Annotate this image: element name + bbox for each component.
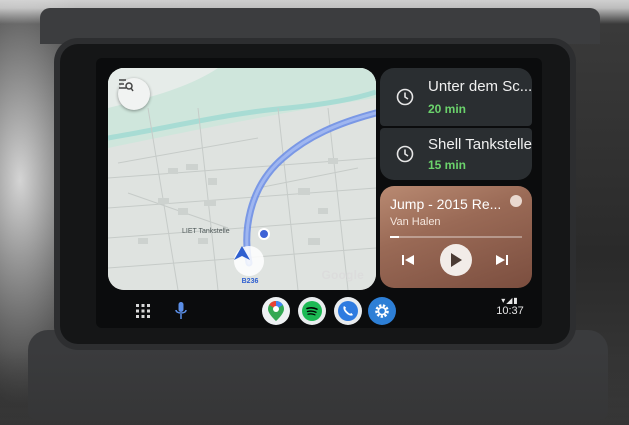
track-title: Jump - 2015 Re... — [390, 196, 502, 212]
play-button[interactable] — [440, 244, 472, 276]
skip-next-icon — [496, 255, 508, 265]
google-maps-app-button[interactable] — [262, 297, 290, 325]
previous-track-button[interactable] — [402, 254, 414, 269]
destination-eta: 20 min — [428, 102, 467, 116]
track-artist: Van Halen — [390, 216, 441, 228]
app-launcher-button[interactable] — [134, 302, 152, 320]
voice-assistant-button[interactable] — [172, 300, 190, 322]
microphone-icon — [175, 302, 187, 319]
clock-icon — [394, 86, 416, 108]
app-grid-icon — [136, 304, 150, 318]
android-auto-screen: LIET Tankstelle B236 Google Unter dem Sc… — [96, 58, 542, 328]
google-maps-icon — [268, 301, 284, 321]
track-progress-bar[interactable] — [390, 236, 522, 238]
destination-card[interactable]: Shell Tankstelle 15 min — [380, 128, 532, 180]
layers-search-icon — [119, 79, 134, 92]
next-track-button[interactable] — [496, 254, 508, 269]
navigation-arrow-button[interactable] — [234, 246, 264, 276]
current-road-label: B236 — [241, 278, 259, 285]
spotify-app-button[interactable] — [298, 297, 326, 325]
bottom-rail: ▾◢▮ 10:37 — [96, 294, 542, 328]
destination-title: Shell Tankstelle — [428, 136, 532, 153]
dashboard-hood — [40, 8, 600, 44]
phone-app-button[interactable] — [334, 297, 362, 325]
destination-title: Unter dem Sc... — [428, 78, 533, 95]
settings-app-button[interactable] — [368, 297, 396, 325]
map-card[interactable]: LIET Tankstelle B236 Google — [108, 68, 376, 290]
dashboard-shading — [0, 350, 629, 425]
destination-eta: 15 min — [428, 158, 467, 172]
destination-pin-icon[interactable] — [258, 228, 270, 240]
clock-icon — [394, 143, 416, 165]
spotify-icon — [302, 301, 322, 321]
navigation-arrow-icon — [234, 246, 250, 260]
phone-icon — [338, 301, 358, 321]
map-place-label: LIET Tankstelle — [182, 228, 230, 235]
skip-previous-icon — [402, 255, 414, 265]
signal-battery-icon: ▾◢▮ — [501, 296, 519, 305]
media-app-icon — [510, 195, 522, 207]
play-icon — [451, 253, 462, 267]
clock-time: 10:37 — [496, 305, 524, 317]
status-area: ▾◢▮ 10:37 — [488, 296, 532, 317]
settings-gear-icon — [375, 304, 389, 318]
track-progress-fill — [390, 236, 400, 238]
destination-card[interactable]: Unter dem Sc... 20 min — [380, 68, 532, 126]
map-search-layers-button[interactable] — [118, 78, 150, 110]
google-attribution: Google — [321, 268, 364, 282]
media-card[interactable]: Jump - 2015 Re... Van Halen — [380, 186, 532, 288]
